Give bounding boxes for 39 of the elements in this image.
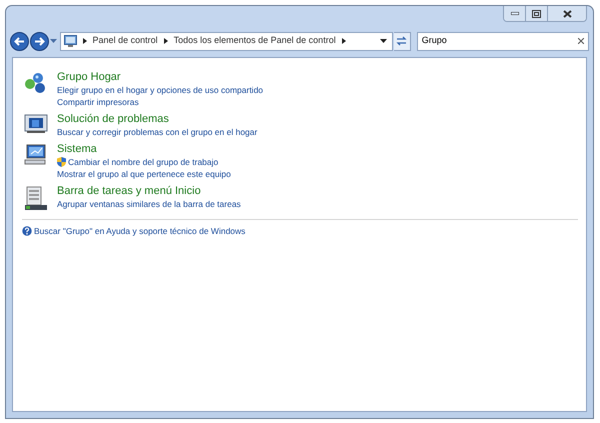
task-link[interactable]: Elegir grupo en el hogar y opciones de uso compartido xyxy=(57,84,264,96)
network-globe-icon xyxy=(24,72,48,94)
refresh-button[interactable] xyxy=(394,32,411,50)
address-bar[interactable]: Panel de control Todos los elementos de Panel de control xyxy=(60,32,393,50)
maximize-icon xyxy=(532,10,541,18)
search-field[interactable]: Grupo xyxy=(416,32,589,50)
maximize-button[interactable] xyxy=(526,6,548,21)
close-button[interactable] xyxy=(548,6,586,21)
close-icon xyxy=(562,10,572,18)
computer-icon xyxy=(24,144,48,166)
help-link[interactable]: Buscar "Grupo" en Ayuda y soporte técnico de Windows xyxy=(34,225,246,238)
control-panel-icon xyxy=(64,35,77,47)
category-title-link[interactable]: Barra de tareas y menú Inicio xyxy=(57,184,241,198)
minimize-icon xyxy=(510,12,518,15)
clear-icon[interactable] xyxy=(578,38,584,44)
refresh-icon xyxy=(396,36,408,46)
help-icon xyxy=(22,226,32,236)
task-link[interactable]: Cambiar el nombre del grupo de trabajo xyxy=(68,156,218,168)
task-link[interactable]: Agrupar ventanas similares de la barra de tareas xyxy=(57,198,241,210)
forward-arrow-icon xyxy=(34,36,45,46)
chevron-icon xyxy=(164,38,168,44)
minimize-button[interactable] xyxy=(504,6,526,21)
breadcrumb-item[interactable]: Todos los elementos de Panel de control xyxy=(174,34,336,48)
taskbar-icon xyxy=(24,186,46,210)
task-link[interactable]: Compartir impresoras xyxy=(57,96,139,108)
back-button[interactable] xyxy=(10,32,29,50)
breadcrumb-item[interactable]: Panel de control xyxy=(92,34,158,48)
back-arrow-icon xyxy=(14,36,25,46)
dropdown-caret-icon[interactable] xyxy=(380,39,387,43)
category-title-link[interactable]: Solución de problemas xyxy=(57,112,258,126)
chevron-icon xyxy=(342,38,346,44)
category-title-link[interactable]: Sistema xyxy=(57,142,231,156)
chevron-icon xyxy=(82,38,87,44)
category-title-link[interactable]: Grupo Hogar xyxy=(57,70,264,84)
task-link[interactable]: Buscar y corregir problemas con el grupo en el hogar xyxy=(57,126,258,138)
shield-icon xyxy=(57,157,66,167)
monitor-icon xyxy=(24,114,48,134)
task-link[interactable]: Mostrar el grupo al que pertenece este equipo xyxy=(57,168,231,180)
forward-button[interactable] xyxy=(30,32,49,50)
